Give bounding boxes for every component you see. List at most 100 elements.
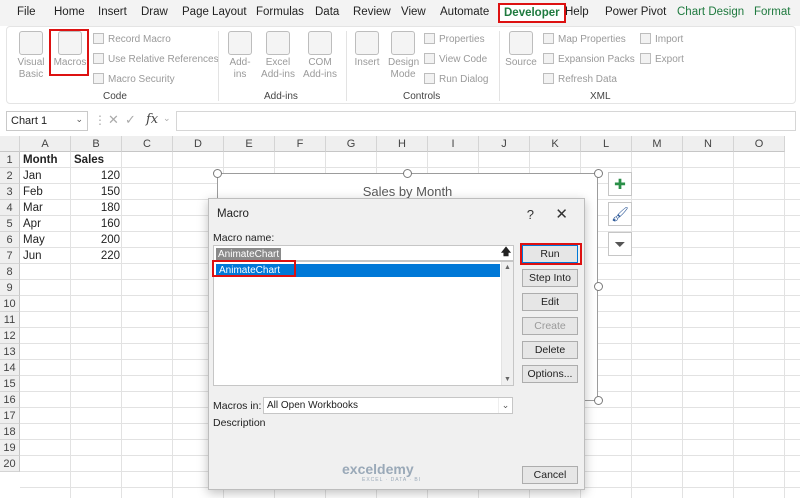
chart-elements-button[interactable]: ✚ (608, 172, 632, 196)
column-header[interactable]: G (326, 136, 377, 152)
tab-draw[interactable]: Draw (141, 6, 168, 18)
tab-data[interactable]: Data (315, 6, 339, 18)
column-header[interactable]: L (581, 136, 632, 152)
resize-handle[interactable] (213, 169, 222, 178)
source-button[interactable]: Source (505, 31, 537, 69)
tab-help[interactable]: Help (565, 6, 589, 18)
create-button[interactable]: Create (522, 317, 578, 335)
column-header[interactable]: D (173, 136, 224, 152)
column-header[interactable]: J (479, 136, 530, 152)
cell-month[interactable]: Jan (21, 168, 71, 184)
help-icon[interactable]: ? (527, 207, 534, 222)
row-header[interactable]: 15 (0, 376, 20, 392)
cancel-icon[interactable]: ✕ (108, 112, 119, 128)
expansion-packs-button[interactable]: Expansion Packs (543, 53, 635, 65)
design-mode-button[interactable]: Design Mode (387, 31, 419, 81)
insert-control-button[interactable]: Insert (352, 31, 382, 69)
scrollbar[interactable]: ▲ ▼ (501, 262, 513, 385)
fx-icon[interactable]: fx (146, 112, 158, 127)
tab-formulas[interactable]: Formulas (256, 6, 304, 18)
row-header[interactable]: 4 (0, 200, 20, 216)
edit-button[interactable]: Edit (522, 293, 578, 311)
tab-automate[interactable]: Automate (440, 6, 489, 18)
cell-month[interactable]: Mar (21, 200, 71, 216)
cell-month[interactable]: Apr (21, 216, 71, 232)
com-addins-button[interactable]: COM Add-ins (302, 31, 338, 81)
tab-power-pivot[interactable]: Power Pivot (605, 6, 666, 18)
import-button[interactable]: Import (640, 33, 683, 45)
row-header[interactable]: 9 (0, 280, 20, 296)
export-button[interactable]: Export (640, 53, 684, 65)
tab-chart-design[interactable]: Chart Design (677, 6, 744, 18)
column-header[interactable]: O (734, 136, 785, 152)
column-header[interactable]: A (20, 136, 71, 152)
tab-home[interactable]: Home (54, 6, 85, 18)
resize-handle[interactable] (594, 282, 603, 291)
row-header[interactable]: 3 (0, 184, 20, 200)
tab-insert[interactable]: Insert (98, 6, 127, 18)
row-header[interactable]: 5 (0, 216, 20, 232)
formula-input[interactable] (176, 111, 796, 131)
tab-page-layout[interactable]: Page Layout (182, 6, 247, 18)
column-header[interactable]: B (71, 136, 122, 152)
resize-handle[interactable] (403, 169, 412, 178)
column-header[interactable]: C (122, 136, 173, 152)
cell-sales[interactable]: 120 (72, 168, 122, 184)
tab-format[interactable]: Format (754, 6, 790, 18)
tab-review[interactable]: Review (353, 6, 391, 18)
row-header[interactable]: 16 (0, 392, 20, 408)
row-header[interactable]: 11 (0, 312, 20, 328)
resize-handle[interactable] (594, 169, 603, 178)
row-header[interactable]: 18 (0, 424, 20, 440)
row-header[interactable]: 19 (0, 440, 20, 456)
options-button[interactable]: Options... (522, 365, 578, 383)
row-header[interactable]: 1 (0, 152, 20, 168)
cancel-button[interactable]: Cancel (522, 466, 578, 484)
column-header[interactable]: H (377, 136, 428, 152)
column-header[interactable]: K (530, 136, 581, 152)
row-header[interactable]: 13 (0, 344, 20, 360)
cell-b1[interactable]: Sales (72, 152, 122, 168)
chevron-down-icon[interactable]: ⌄ (498, 398, 512, 413)
chart-title[interactable]: Sales by Month (218, 184, 597, 199)
name-box[interactable]: Chart 1 ⌄ (6, 111, 88, 131)
scroll-down-icon[interactable]: ▼ (504, 376, 511, 383)
enter-icon[interactable]: ✓ (125, 112, 136, 128)
macro-name-input[interactable]: AnimateChart 🡅 (213, 245, 514, 261)
chevron-down-icon[interactable]: ⌄ (163, 113, 171, 124)
cell-sales[interactable]: 150 (72, 184, 122, 200)
tab-developer[interactable]: Developer (498, 3, 566, 23)
row-header[interactable]: 2 (0, 168, 20, 184)
collapse-arrow-icon[interactable]: 🡅 (500, 247, 512, 259)
column-header[interactable]: N (683, 136, 734, 152)
macros-in-select[interactable]: All Open Workbooks ⌄ (263, 397, 513, 414)
chevron-down-icon[interactable]: ⌄ (75, 114, 83, 125)
addins-button[interactable]: Add-ins (225, 31, 255, 81)
row-header[interactable]: 8 (0, 264, 20, 280)
tab-view[interactable]: View (401, 6, 426, 18)
resize-handle[interactable] (594, 396, 603, 405)
close-icon[interactable]: ✕ (555, 205, 568, 223)
column-header[interactable]: I (428, 136, 479, 152)
properties-button[interactable]: Properties (424, 33, 485, 45)
cell-month[interactable]: May (21, 232, 71, 248)
column-header[interactable]: F (275, 136, 326, 152)
column-header[interactable]: E (224, 136, 275, 152)
cell-sales[interactable]: 180 (72, 200, 122, 216)
cell-sales[interactable]: 160 (72, 216, 122, 232)
cell-month[interactable]: Jun (21, 248, 71, 264)
row-header[interactable]: 10 (0, 296, 20, 312)
row-header[interactable]: 14 (0, 360, 20, 376)
chart-styles-button[interactable]: 🖌 (608, 202, 632, 226)
scroll-up-icon[interactable]: ▲ (504, 264, 511, 271)
delete-button[interactable]: Delete (522, 341, 578, 359)
refresh-data-button[interactable]: Refresh Data (543, 73, 617, 85)
select-all-corner[interactable] (0, 136, 20, 152)
row-header[interactable]: 6 (0, 232, 20, 248)
step-into-button[interactable]: Step Into (522, 269, 578, 287)
excel-addins-button[interactable]: Excel Add-ins (260, 31, 296, 81)
tab-file[interactable]: File (17, 6, 36, 18)
view-code-button[interactable]: View Code (424, 53, 487, 65)
run-dialog-button[interactable]: Run Dialog (424, 73, 488, 85)
column-header[interactable]: M (632, 136, 683, 152)
